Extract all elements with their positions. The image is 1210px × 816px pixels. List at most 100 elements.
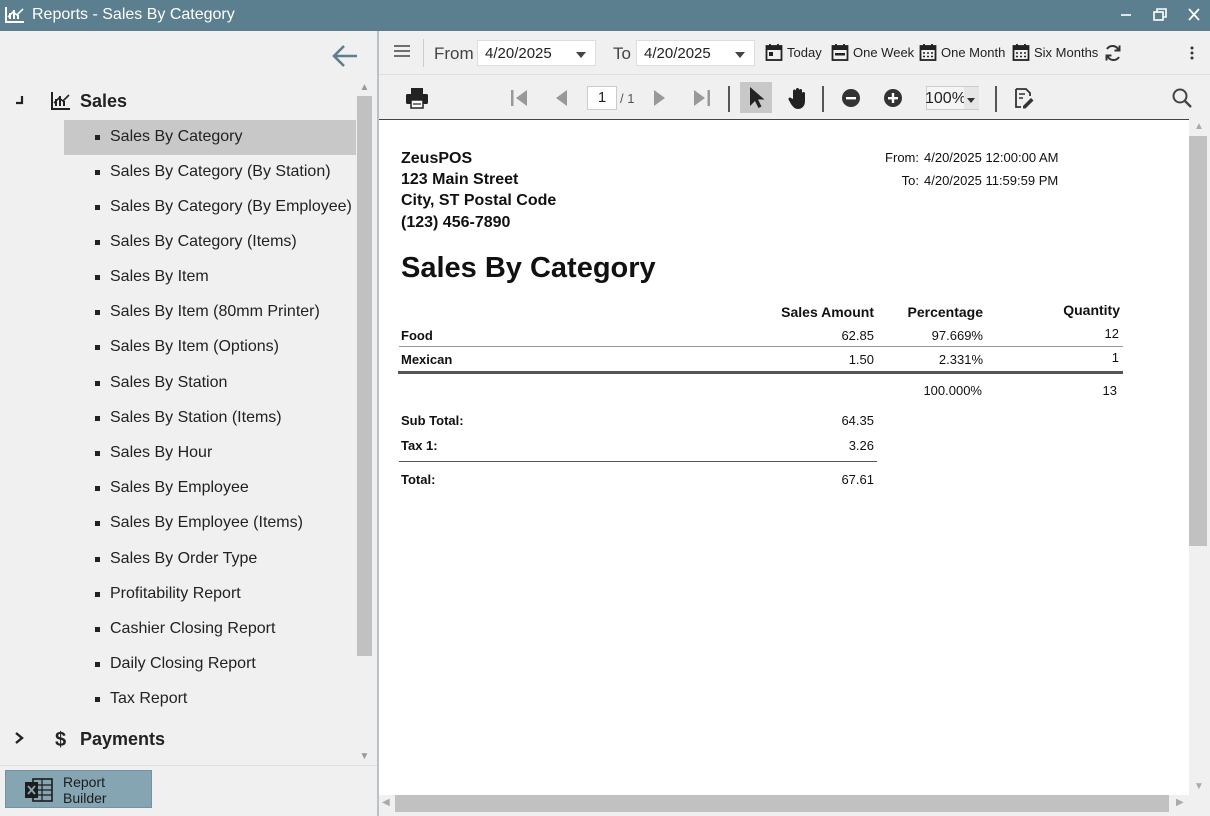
scroll-left-arrow-icon[interactable]: ◀	[382, 797, 390, 808]
next-page-icon[interactable]	[646, 85, 672, 111]
subtotal-value: 64.35	[841, 413, 874, 428]
zoom-select[interactable]: 100%	[925, 86, 979, 110]
last-page-icon[interactable]	[689, 85, 715, 111]
collapse-icon[interactable]	[12, 93, 26, 107]
total-label: Total:	[401, 472, 436, 487]
more-options-icon[interactable]	[1186, 44, 1198, 62]
sidebar-item-sales-by-category-by-station[interactable]: Sales By Category (By Station)	[64, 155, 356, 190]
expand-icon[interactable]	[12, 731, 26, 745]
separator	[423, 39, 424, 67]
viewer-toolbar: 1 / 1 100%	[379, 76, 1210, 119]
sidebar-item-label: Sales By Order Type	[110, 550, 258, 567]
menu-icon[interactable]	[393, 43, 411, 59]
group-sales[interactable]: Sales	[0, 83, 356, 117]
sidebar-item-daily-closing-report[interactable]: Daily Closing Report	[64, 647, 356, 682]
sidebar-item-sales-by-category[interactable]: Sales By Category	[64, 120, 356, 155]
report-title: Sales By Category	[401, 252, 656, 284]
report-builder-label: Report Builder	[63, 774, 107, 806]
scrollbar-thumb[interactable]	[357, 96, 372, 656]
sidebar-item-label: Sales By Item	[110, 268, 209, 285]
sidebar-item-sales-by-station[interactable]: Sales By Station	[64, 366, 356, 401]
sidebar-item-tax-report[interactable]: Tax Report	[64, 682, 356, 717]
sidebar-item-sales-by-hour[interactable]: Sales By Hour	[64, 436, 356, 471]
report-horizontal-scrollbar[interactable]: ◀ ▶	[379, 795, 1189, 812]
group-payments[interactable]: $ Payments	[0, 721, 356, 755]
sidebar-item-label: Daily Closing Report	[110, 655, 256, 672]
edit-document-icon[interactable]	[1011, 85, 1037, 111]
company-phone: (123) 456-7890	[401, 214, 511, 231]
bullet	[95, 592, 100, 597]
sidebar-item-cashier-closing-report[interactable]: Cashier Closing Report	[64, 612, 356, 647]
close-button[interactable]	[1184, 6, 1204, 24]
table-cell-sales-amount: 62.85	[841, 328, 874, 343]
scroll-right-arrow-icon[interactable]: ▶	[1176, 797, 1184, 808]
sidebar-item-sales-by-employee[interactable]: Sales By Employee	[64, 471, 356, 506]
from-date-picker[interactable]: 4/20/2025	[477, 40, 596, 66]
report-vertical-scrollbar[interactable]: ▲ ▼	[1189, 119, 1208, 795]
separator	[728, 86, 730, 112]
select-cursor-icon[interactable]	[740, 82, 772, 113]
bullet	[95, 451, 100, 456]
sidebar-item-sales-by-order-type[interactable]: Sales By Order Type	[64, 542, 356, 577]
separator	[822, 86, 824, 112]
sidebar-scrollbar[interactable]: ▲ ▼	[356, 79, 373, 765]
scrollbar-thumb[interactable]	[1189, 136, 1207, 546]
zoom-out-icon[interactable]	[838, 85, 864, 111]
search-icon[interactable]	[1169, 85, 1195, 111]
report-to-value: 4/20/2025 11:59:59 PM	[924, 173, 1059, 188]
excel-icon	[24, 777, 54, 803]
back-arrow-icon[interactable]	[331, 43, 359, 69]
refresh-icon[interactable]	[1103, 43, 1123, 63]
scroll-down-arrow-icon[interactable]: ▼	[1194, 781, 1204, 792]
to-date-picker[interactable]: 4/20/2025	[636, 40, 755, 66]
scroll-up-arrow-icon[interactable]: ▲	[359, 82, 370, 93]
scroll-up-arrow-icon[interactable]: ▲	[1194, 121, 1204, 132]
sidebar-item-label: Sales By Hour	[110, 444, 213, 461]
sidebar-item-profitability-report[interactable]: Profitability Report	[64, 577, 356, 612]
report-navigation-panel: Sales Sales By Category Sales By Categor…	[0, 31, 377, 816]
report-from-value: 4/20/2025 12:00:00 AM	[924, 150, 1059, 165]
to-label: To	[613, 44, 631, 63]
sidebar-item-label: Sales By Station	[110, 374, 228, 391]
one-month-label: One Month	[941, 45, 1006, 60]
calendar-week-icon	[831, 43, 849, 62]
sidebar-item-label: Sales By Category (Items)	[110, 233, 297, 250]
bullet	[95, 275, 100, 280]
subtotal-label: Sub Total:	[401, 413, 464, 428]
calendar-day-icon	[765, 43, 783, 62]
hand-pan-icon[interactable]	[785, 85, 811, 111]
sidebar-item-sales-by-item-options[interactable]: Sales By Item (Options)	[64, 330, 356, 365]
restore-button[interactable]	[1150, 6, 1170, 24]
zoom-in-icon[interactable]	[880, 85, 906, 111]
sidebar-item-sales-by-item[interactable]: Sales By Item	[64, 260, 356, 295]
first-page-icon[interactable]	[506, 85, 532, 111]
chevron-down-icon[interactable]	[964, 87, 979, 109]
sidebar-item-sales-by-station-items[interactable]: Sales By Station (Items)	[64, 401, 356, 436]
chevron-down-icon[interactable]	[735, 52, 745, 58]
sidebar-item-label: Tax Report	[110, 690, 188, 707]
bullet	[95, 310, 100, 315]
minimize-button[interactable]	[1116, 6, 1136, 24]
sidebar-item-sales-by-category-items[interactable]: Sales By Category (Items)	[64, 225, 356, 260]
print-icon[interactable]	[404, 85, 430, 111]
previous-page-icon[interactable]	[549, 85, 575, 111]
sidebar-item-label: Cashier Closing Report	[110, 620, 276, 637]
page-number-input[interactable]: 1	[587, 86, 617, 110]
sidebar-item-sales-by-employee-items[interactable]: Sales By Employee (Items)	[64, 506, 356, 541]
bullet	[95, 170, 100, 175]
sidebar-item-sales-by-category-by-employee[interactable]: Sales By Category (By Employee)	[64, 190, 356, 225]
scroll-down-arrow-icon[interactable]: ▼	[359, 751, 370, 762]
report-page: ZeusPOS 123 Main Street City, ST Postal …	[379, 119, 1189, 795]
group-label: Payments	[80, 729, 166, 749]
chevron-down-icon[interactable]	[576, 52, 586, 58]
sales-chart-icon	[4, 5, 26, 25]
scrollbar-thumb[interactable]	[395, 795, 1169, 812]
sidebar-item-sales-by-item-80mm[interactable]: Sales By Item (80mm Printer)	[64, 295, 356, 330]
separator	[995, 86, 997, 112]
one-week-label: One Week	[853, 45, 915, 60]
report-builder-button[interactable]: Report Builder	[5, 770, 152, 808]
calendar-months-icon	[1012, 43, 1030, 62]
to-date-value: 4/20/2025	[644, 45, 711, 62]
table-row-category: Mexican	[401, 352, 453, 367]
six-months-label: Six Months	[1034, 45, 1099, 60]
